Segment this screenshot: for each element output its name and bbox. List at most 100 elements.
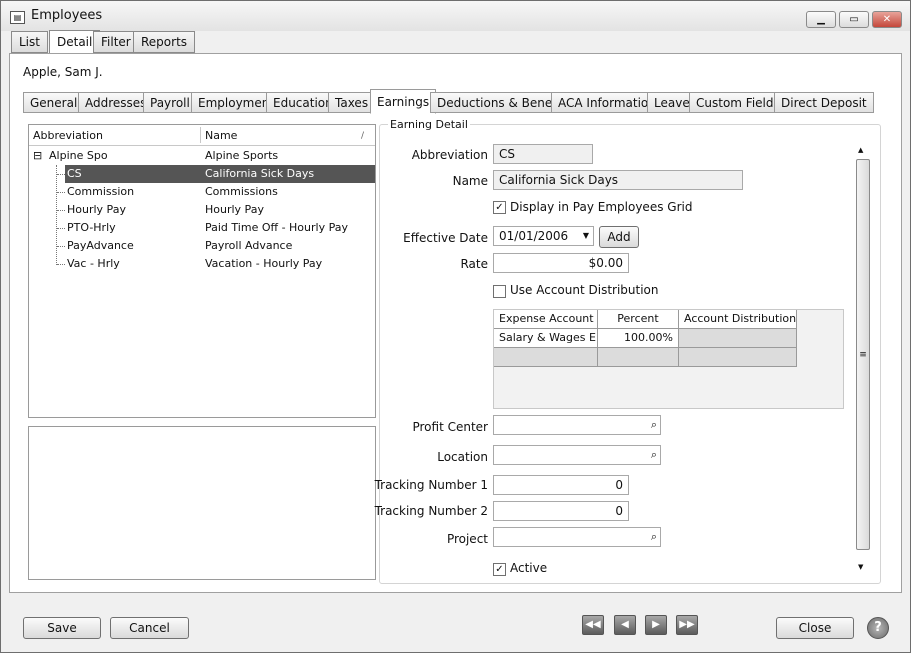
earning-detail-title: Earning Detail	[388, 118, 470, 131]
scroll-down-icon[interactable]: ▼	[858, 563, 863, 571]
help-icon[interactable]: ?	[867, 617, 889, 639]
scrollbar-thumb[interactable]: ≡	[856, 159, 870, 550]
maximize-button[interactable]: ▭	[839, 11, 869, 28]
tab-filter[interactable]: Filter	[93, 31, 139, 53]
tree-item[interactable]: Commission Commissions	[29, 183, 375, 201]
title-bar: ▤ Employees ▁ ▭ ✕	[1, 1, 910, 31]
search-icon[interactable]: ⌕	[651, 416, 657, 434]
effective-date-value: 01/01/2006	[499, 229, 569, 243]
tree-item-name[interactable]: Hourly Pay	[205, 201, 264, 219]
abbreviation-label: Abbreviation	[411, 148, 488, 162]
tab-list[interactable]: List	[11, 31, 48, 53]
tree-item[interactable]: Hourly Pay Hourly Pay	[29, 201, 375, 219]
project-label: Project	[446, 532, 488, 546]
tree-item-abbr[interactable]: Commission	[65, 183, 134, 201]
tree-item-name[interactable]: Payroll Advance	[205, 237, 292, 255]
close-button[interactable]: Close	[776, 617, 854, 639]
active-label: Active	[510, 561, 548, 575]
tree-item-name[interactable]: Vacation - Hourly Pay	[205, 255, 322, 273]
tree-item-abbr[interactable]: Vac - Hrly	[65, 255, 120, 273]
detail-scrollbar[interactable]: ▲ ≡ ▼	[854, 143, 871, 579]
subtab-custom-fields[interactable]: Custom Fields	[689, 92, 787, 113]
abbreviation-field[interactable]: CS	[493, 144, 593, 164]
tree-connector-line	[57, 246, 65, 247]
effective-date-dropdown[interactable]: 01/01/2006 ▼	[493, 226, 594, 246]
first-record-button[interactable]: ◀◀	[582, 615, 604, 635]
search-icon[interactable]: ⌕	[651, 528, 657, 546]
tree-root-abbr[interactable]: Alpine Spo	[49, 147, 108, 165]
tree-item[interactable]: PayAdvance Payroll Advance	[29, 237, 375, 255]
search-icon[interactable]: ⌕	[651, 446, 657, 464]
tree-connector-line	[57, 264, 65, 265]
grid-row[interactable]: Salary & Wages E 100.00%	[494, 329, 797, 348]
tree-item[interactable]: PTO-Hrly Paid Time Off - Hourly Pay	[29, 219, 375, 237]
employees-window: ▤ Employees ▁ ▭ ✕ List Detail Filter Rep…	[0, 0, 911, 653]
minimize-button[interactable]: ▁	[806, 11, 836, 28]
scroll-up-icon[interactable]: ▲	[858, 146, 863, 154]
tree-connector-line	[57, 228, 65, 229]
tree-item-name[interactable]: Paid Time Off - Hourly Pay	[205, 219, 348, 237]
app-icon: ▤	[10, 11, 25, 24]
display-grid-label: Display in Pay Employees Grid	[510, 200, 693, 214]
use-account-dist-checkbox[interactable]	[493, 285, 506, 298]
tree-item-abbr[interactable]: PTO-Hrly	[65, 219, 116, 237]
notes-panel	[28, 426, 376, 580]
grid-cell-account-distribution[interactable]	[679, 329, 797, 348]
subtab-general[interactable]: General	[23, 92, 85, 113]
grid-new-row[interactable]	[494, 348, 797, 367]
tree-item-abbr[interactable]: PayAdvance	[65, 237, 134, 255]
profit-center-field[interactable]: ⌕	[493, 415, 661, 435]
tracking-number-2-field[interactable]: 0	[493, 501, 629, 521]
add-button[interactable]: Add	[599, 226, 639, 248]
tree-item-name[interactable]: Commissions	[205, 183, 278, 201]
name-field[interactable]: California Sick Days	[493, 170, 743, 190]
grid-new-cell-percent[interactable]	[598, 348, 679, 367]
tree-item[interactable]: Vac - Hrly Vacation - Hourly Pay	[29, 255, 375, 273]
project-field[interactable]: ⌕	[493, 527, 661, 547]
employee-name: Apple, Sam J.	[23, 65, 103, 79]
tree-root-name[interactable]: Alpine Sports	[205, 147, 278, 165]
grid-header-expense-account[interactable]: Expense Account	[494, 310, 598, 329]
next-record-button[interactable]: ▶	[645, 615, 667, 635]
tree-header: Abbreviation Name /	[29, 125, 375, 146]
save-button[interactable]: Save	[23, 617, 101, 639]
previous-record-button[interactable]: ◀	[614, 615, 636, 635]
column-header-name[interactable]: Name	[205, 127, 237, 145]
earnings-tree[interactable]: Abbreviation Name / ⊟ Alpine Spo Alpine …	[28, 124, 376, 418]
tree-connector-line	[57, 210, 65, 211]
grid-new-cell-expense[interactable]	[494, 348, 598, 367]
tree-item-abbr[interactable]: CS	[65, 165, 205, 183]
grid-header-percent[interactable]: Percent	[598, 310, 679, 329]
account-distribution-grid[interactable]: Expense Account Percent Account Distribu…	[493, 309, 844, 409]
tree-expander-icon[interactable]: ⊟	[33, 149, 42, 163]
tree-item[interactable]: CS California Sick Days	[29, 165, 375, 183]
tracking-number-2-label: Tracking Number 2	[374, 504, 488, 518]
tracking-number-1-label: Tracking Number 1	[374, 478, 488, 492]
grid-header-row: Expense Account Percent Account Distribu…	[494, 310, 797, 329]
tree-item-abbr[interactable]: Hourly Pay	[65, 201, 126, 219]
profit-center-label: Profit Center	[412, 420, 488, 434]
last-record-button[interactable]: ▶▶	[676, 615, 698, 635]
subtab-taxes[interactable]: Taxes	[328, 92, 376, 113]
subtab-earnings[interactable]: Earnings	[370, 89, 437, 114]
tracking-number-1-field[interactable]: 0	[493, 475, 629, 495]
subtab-direct-deposit[interactable]: Direct Deposit	[774, 92, 874, 113]
tree-connector-line	[57, 174, 65, 175]
grid-header-account-distribution[interactable]: Account Distribution	[679, 310, 797, 329]
window-title: Employees	[31, 8, 103, 23]
grid-cell-percent[interactable]: 100.00%	[598, 329, 679, 348]
grid-new-cell-distribution[interactable]	[679, 348, 797, 367]
cancel-button[interactable]: Cancel	[110, 617, 189, 639]
location-field[interactable]: ⌕	[493, 445, 661, 465]
rate-field[interactable]: $0.00	[493, 253, 629, 273]
active-checkbox[interactable]: ✓	[493, 563, 506, 576]
column-header-abbreviation[interactable]: Abbreviation	[33, 127, 103, 145]
tab-reports[interactable]: Reports	[133, 31, 196, 53]
display-grid-checkbox[interactable]: ✓	[493, 201, 506, 214]
close-window-button[interactable]: ✕	[872, 11, 902, 28]
name-label: Name	[452, 174, 488, 188]
subtab-payroll[interactable]: Payroll	[143, 92, 197, 113]
effective-date-label: Effective Date	[403, 231, 488, 245]
grid-cell-expense-account[interactable]: Salary & Wages E	[494, 329, 598, 348]
sort-indicator-icon: /	[361, 131, 365, 141]
